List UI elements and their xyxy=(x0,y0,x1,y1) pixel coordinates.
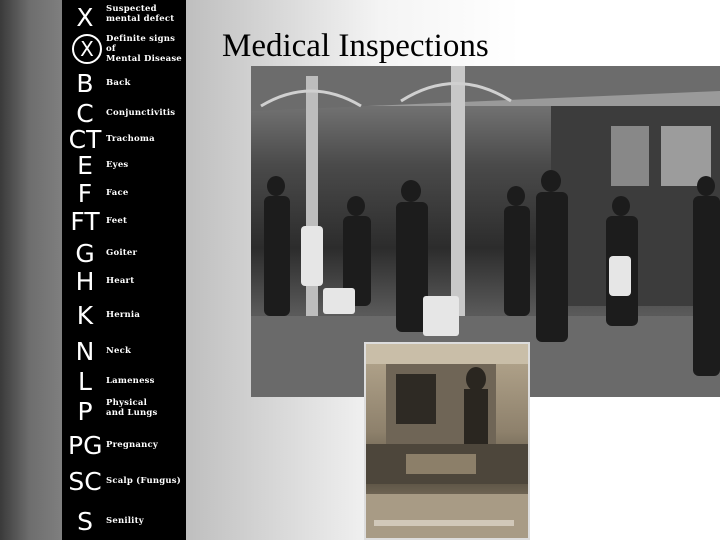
code-label: Pregnancy xyxy=(106,440,159,450)
code-label: Scalp (Fungus) xyxy=(106,476,181,486)
code-label: Heart xyxy=(106,276,135,286)
code-letter: X xyxy=(72,34,102,64)
code-label: Physical and Lungs xyxy=(106,398,158,418)
code-label: Senility xyxy=(106,516,144,526)
code-label: Face xyxy=(106,188,129,198)
code-letter: S xyxy=(77,507,93,536)
code-letter: FT xyxy=(70,207,100,236)
code-label: Hernia xyxy=(106,310,141,320)
inset-photo xyxy=(364,342,530,540)
code-letter: F xyxy=(77,179,93,208)
code-letter: P xyxy=(77,397,93,426)
code-label: Goiter xyxy=(106,248,138,258)
slide-title: Medical Inspections xyxy=(222,28,489,64)
code-label: Neck xyxy=(106,346,132,356)
code-letter: K xyxy=(76,301,94,330)
code-letter: L xyxy=(78,367,92,396)
code-letter: G xyxy=(75,239,95,268)
code-label: Suspected mental defect xyxy=(106,4,175,24)
code-label: Trachoma xyxy=(106,134,155,144)
code-label: Lameness xyxy=(106,376,155,386)
code-letter: CT xyxy=(68,125,102,154)
code-label: Feet xyxy=(106,216,128,226)
code-label: Definite signs of Mental Disease xyxy=(106,34,182,64)
code-label: Conjunctivitis xyxy=(106,108,176,118)
code-letter: X xyxy=(76,3,94,32)
code-letter: E xyxy=(77,151,93,180)
code-label: Back xyxy=(106,78,131,88)
code-letter: H xyxy=(75,267,95,296)
chalk-code-legend: X Suspected mental defect X Definite signs … xyxy=(62,0,186,540)
code-letter: B xyxy=(76,69,94,98)
code-letter: SC xyxy=(68,467,102,496)
code-label: Eyes xyxy=(106,160,129,170)
code-letter: PG xyxy=(68,431,103,460)
inset-photo-illustration xyxy=(366,344,528,538)
code-letter: C xyxy=(76,99,94,128)
code-letter: N xyxy=(75,337,95,366)
